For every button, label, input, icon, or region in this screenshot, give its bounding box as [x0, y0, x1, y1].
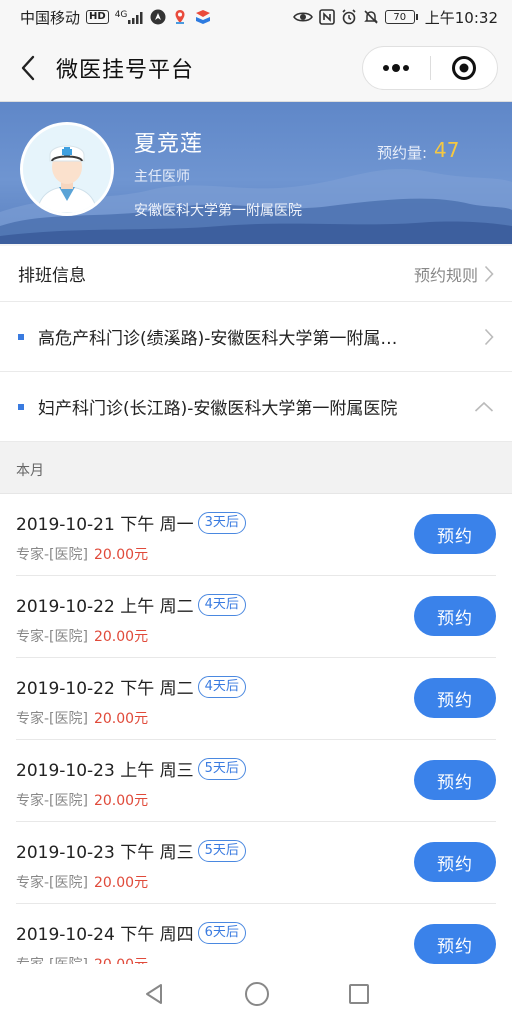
days-until-badge: 5天后: [197, 757, 246, 780]
schedule-slot: 2019-10-23 上午 周三 5天后 专家-[医院] 20.00元 预约: [0, 740, 512, 822]
nav-bar: 微医挂号平台: [0, 34, 512, 102]
back-button[interactable]: [0, 34, 56, 102]
home-circle-icon[interactable]: [244, 981, 270, 1007]
slot-type: 专家-[医院]: [16, 793, 88, 809]
slot-date: 2019-10-22 下午 周二: [16, 679, 194, 699]
slot-price: 20.00元: [93, 547, 149, 563]
target-close-icon: [451, 56, 476, 80]
schedule-slot: 2019-10-22 上午 周二 4天后 专家-[医院] 20.00元 预约: [0, 576, 512, 658]
slot-price: 20.00元: [93, 793, 149, 809]
doctor-avatar: [20, 122, 114, 216]
back-chevron-icon: [21, 55, 35, 80]
back-triangle-icon[interactable]: [142, 982, 166, 1006]
department-name: 高危产科门诊(绩溪路)-安徽医科大学第一附属…: [38, 329, 398, 349]
schedule-slot: 2019-10-23 下午 周三 5天后 专家-[医院] 20.00元 预约: [0, 822, 512, 904]
book-button[interactable]: 预约: [414, 842, 496, 882]
appointment-count: 47: [434, 138, 460, 162]
more-dots-icon: [383, 64, 410, 72]
appointment-count-label: 预约量:: [377, 144, 428, 162]
department-name: 妇产科门诊(长江路)-安徽医科大学第一附属医院: [38, 399, 398, 419]
mute-icon: [363, 10, 378, 24]
alarm-icon: [342, 9, 356, 25]
slot-date: 2019-10-22 上午 周二: [16, 597, 194, 617]
system-navigation-bar: [0, 964, 512, 1024]
status-bar: 中国移动 HD 4G 70 上午10:32: [0, 0, 512, 34]
nfc-icon: [318, 9, 335, 25]
app-logo-icon: [196, 10, 211, 24]
book-button[interactable]: 预约: [414, 596, 496, 636]
book-button[interactable]: 预约: [414, 760, 496, 800]
booking-rules-link[interactable]: 预约规则: [414, 262, 494, 286]
schedule-slot: 2019-10-21 下午 周一 3天后 专家-[医院] 20.00元 预约: [0, 494, 512, 576]
recents-square-icon[interactable]: [348, 983, 370, 1005]
slot-date: 2019-10-21 下午 周一: [16, 515, 194, 535]
days-until-badge: 5天后: [197, 839, 246, 862]
carrier-label: 中国移动: [20, 8, 81, 27]
schedule-slot-list: 2019-10-21 下午 周一 3天后 专家-[医院] 20.00元 预约 201…: [0, 494, 512, 986]
doctor-name: 夏竞莲: [134, 132, 204, 157]
hd-badge: HD: [86, 10, 109, 24]
slot-price: 20.00元: [93, 629, 149, 645]
slot-price: 20.00元: [93, 875, 149, 891]
chevron-right-icon: [484, 265, 494, 282]
network-label: 4G: [114, 10, 128, 20]
page-title: 微医挂号平台: [56, 57, 195, 83]
department-item[interactable]: 高危产科门诊(绩溪路)-安徽医科大学第一附属…: [0, 302, 512, 372]
battery-icon: 70: [384, 10, 418, 24]
status-time: 上午10:32: [424, 8, 498, 27]
month-section-header: 本月: [0, 442, 512, 494]
book-button[interactable]: 预约: [414, 678, 496, 718]
doctor-avatar-icon: [23, 125, 111, 213]
signal-icon: 4G: [115, 10, 145, 24]
chevron-up-icon: [474, 401, 494, 412]
map-pin-icon: [175, 10, 185, 24]
close-mini-program-button[interactable]: [431, 47, 498, 89]
bullet-dot: [18, 403, 24, 410]
navigation-icon: [150, 9, 166, 25]
days-until-badge: 4天后: [197, 675, 246, 698]
schedule-info-label: 排班信息: [18, 266, 86, 286]
doctor-header: 夏竞莲 主任医师 安徽医科大学第一附属医院 预约量: 47: [0, 102, 512, 244]
slot-date: 2019-10-23 下午 周三: [16, 843, 194, 863]
book-button[interactable]: 预约: [414, 924, 496, 964]
slot-price: 20.00元: [93, 711, 149, 727]
days-until-badge: 6天后: [197, 921, 246, 944]
slot-type: 专家-[医院]: [16, 711, 88, 727]
department-item-expanded[interactable]: 妇产科门诊(长江路)-安徽医科大学第一附属医院: [0, 372, 512, 442]
slot-date: 2019-10-23 上午 周三: [16, 761, 194, 781]
days-until-badge: 4天后: [197, 593, 246, 616]
slot-date: 2019-10-24 下午 周四: [16, 925, 194, 945]
eye-icon: [292, 12, 313, 22]
doctor-title: 主任医师: [134, 169, 190, 185]
book-button[interactable]: 预约: [414, 514, 496, 554]
schedule-slot: 2019-10-22 下午 周二 4天后 专家-[医院] 20.00元 预约: [0, 658, 512, 740]
schedule-info-row: 排班信息 预约规则: [0, 246, 512, 302]
slot-type: 专家-[医院]: [16, 875, 88, 891]
days-until-badge: 3天后: [197, 511, 246, 534]
booking-rules-label: 预约规则: [413, 265, 478, 285]
slot-type: 专家-[医院]: [16, 629, 88, 645]
mini-program-capsule: [362, 46, 498, 90]
bullet-dot: [18, 333, 24, 340]
battery-level: 70: [393, 11, 407, 23]
more-button[interactable]: [363, 47, 430, 89]
slot-type: 专家-[医院]: [16, 547, 88, 563]
doctor-hospital: 安徽医科大学第一附属医院: [134, 203, 302, 219]
chevron-right-icon: [484, 328, 494, 345]
